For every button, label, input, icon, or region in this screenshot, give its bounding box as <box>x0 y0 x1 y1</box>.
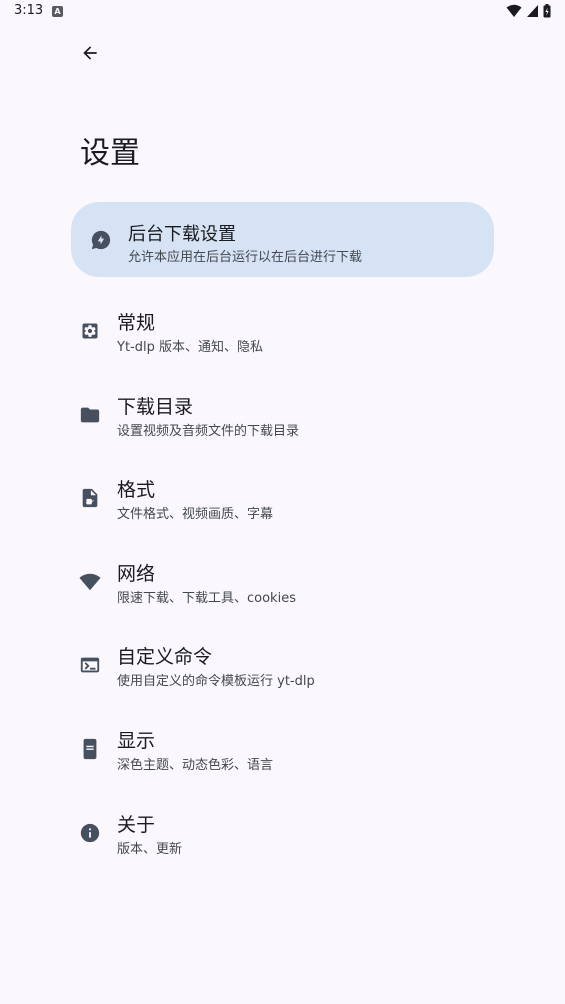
settings-item-general[interactable]: 常规 Yt-dlp 版本、通知、隐私 <box>71 288 494 372</box>
item-description: Yt-dlp 版本、通知、隐私 <box>117 340 263 355</box>
page-title: 设置 <box>80 136 140 171</box>
video-file-icon <box>79 487 101 509</box>
item-description: 允许本应用在后台运行以在后台进行下载 <box>128 250 363 265</box>
status-icons <box>506 4 551 18</box>
back-button[interactable] <box>70 33 110 73</box>
settings-item-custom-command[interactable]: 自定义命令 使用自定义的命令模板运行 yt-dlp <box>71 622 494 706</box>
offline-bolt-icon <box>90 229 112 255</box>
item-title: 关于 <box>117 813 156 836</box>
item-title: 格式 <box>117 479 156 502</box>
item-description: 文件格式、视频画质、字幕 <box>117 507 274 523</box>
item-title: 下载目录 <box>117 395 194 418</box>
item-title: 常规 <box>117 312 156 334</box>
item-title: 网络 <box>117 562 156 585</box>
settings-gear-icon <box>79 320 101 342</box>
settings-item-format[interactable]: 格式 文件格式、视频画质、字幕 <box>71 455 494 539</box>
status-bar: 3:13 A <box>0 0 565 24</box>
item-description: 使用自定义的命令模板运行 yt-dlp <box>117 674 315 690</box>
item-title: 显示 <box>117 729 156 752</box>
app-notification-icon: A <box>52 6 63 17</box>
wifi-signal-icon <box>506 4 522 17</box>
settings-item-display[interactable]: 显示 深色主题、动态色彩、语言 <box>71 706 494 790</box>
item-description: 设置视频及音频文件的下载目录 <box>117 423 300 439</box>
cell-signal-icon <box>527 5 538 17</box>
item-description: 版本、更新 <box>117 841 183 857</box>
settings-item-network[interactable]: 网络 限速下载、下载工具、cookies <box>71 539 494 623</box>
folder-icon <box>79 404 101 426</box>
display-icon <box>79 738 101 760</box>
info-icon <box>79 822 101 844</box>
status-time: 3:13 <box>14 3 44 18</box>
item-description: 限速下载、下载工具、cookies <box>117 590 296 606</box>
item-description: 深色主题、动态色彩、语言 <box>117 757 274 773</box>
wifi-icon <box>79 571 101 593</box>
arrow-back-icon <box>83 46 97 60</box>
item-title: 自定义命令 <box>117 646 213 669</box>
item-title: 后台下载设置 <box>128 224 236 245</box>
terminal-icon <box>79 654 101 676</box>
background-download-settings-card[interactable]: 后台下载设置 允许本应用在后台运行以在后台进行下载 <box>71 202 494 277</box>
settings-list: 常规 Yt-dlp 版本、通知、隐私 下载目录 设置视频及音频文件的下载目录 格… <box>71 288 494 873</box>
settings-item-download-directory[interactable]: 下载目录 设置视频及音频文件的下载目录 <box>71 372 494 456</box>
battery-icon <box>543 4 551 18</box>
settings-item-about[interactable]: 关于 版本、更新 <box>71 790 494 874</box>
